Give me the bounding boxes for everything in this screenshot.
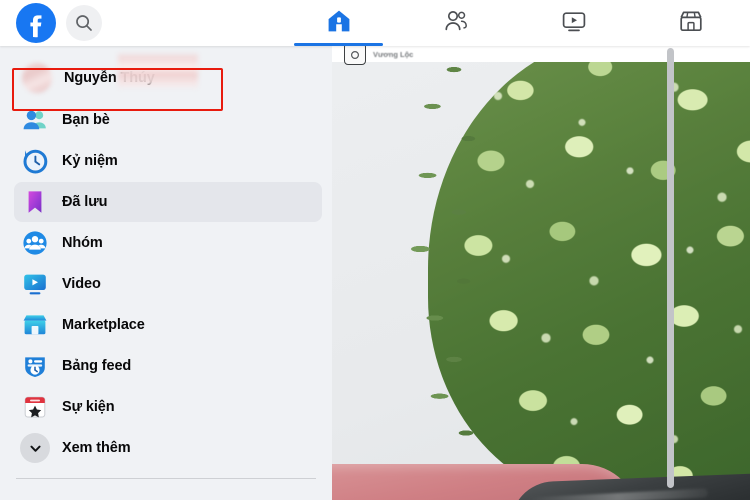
chevron-down-icon [20, 433, 50, 463]
events-calendar-icon [20, 392, 50, 422]
marketplace-icon [20, 310, 50, 340]
sidebar-item-events[interactable]: Sự kiện [14, 387, 322, 427]
sidebar-item-memories[interactable]: Kỷ niệm [14, 141, 322, 181]
post-author-name[interactable]: Vương Lộc [373, 50, 413, 59]
facebook-app-window: Nguyễn Thúy Bạn bè Kỷ niệm Đã lưu Nhóm V… [0, 0, 750, 500]
topbar-left-group [0, 3, 102, 43]
top-nav-tabs [280, 0, 750, 46]
profile-name: Nguyễn Thúy [64, 70, 155, 86]
tab-home[interactable] [280, 0, 398, 46]
sidebar-divider [16, 478, 316, 479]
sidebar-item-label: Kỷ niệm [62, 153, 118, 169]
facebook-logo-icon[interactable] [16, 3, 56, 43]
sidebar-item-groups[interactable]: Nhóm [14, 223, 322, 263]
sidebar-item-video[interactable]: Video [14, 264, 322, 304]
see-more-label: Xem thêm [62, 440, 131, 456]
sidebar-see-more-button[interactable]: Xem thêm [14, 428, 322, 468]
post-header: Vương Lộc [344, 46, 413, 66]
sidebar-item-label: Đã lưu [62, 194, 108, 210]
search-button[interactable] [66, 5, 102, 41]
sidebar-item-label: Marketplace [62, 317, 145, 333]
bookmark-icon [20, 187, 50, 217]
user-avatar [22, 63, 52, 93]
left-sidebar: Nguyễn Thúy Bạn bè Kỷ niệm Đã lưu Nhóm V… [0, 46, 332, 500]
post-photo[interactable] [332, 62, 750, 500]
sidebar-item-label: Bảng feed [62, 358, 132, 374]
main-content-feed: Vương Lộc [332, 46, 750, 500]
sidebar-scroll-content: Nguyễn Thúy Bạn bè Kỷ niệm Đã lưu Nhóm V… [0, 46, 332, 479]
tab-marketplace[interactable] [633, 0, 750, 46]
post-author-avatar[interactable] [344, 46, 366, 65]
groups-icon [20, 228, 50, 258]
feeds-icon [20, 351, 50, 381]
sidebar-item-label: Nhóm [62, 235, 103, 251]
search-icon [75, 14, 93, 32]
sidebar-item-saved[interactable]: Đã lưu [14, 182, 322, 222]
memories-clock-icon [20, 146, 50, 176]
see-more-icon-wrapper [20, 433, 50, 463]
tab-friends[interactable] [398, 0, 516, 46]
friends-icon [443, 8, 469, 39]
sidebar-scrollbar[interactable] [667, 48, 674, 488]
friends-icon [20, 105, 50, 135]
sidebar-item-feeds[interactable]: Bảng feed [14, 346, 322, 386]
sidebar-item-marketplace[interactable]: Marketplace [14, 305, 322, 345]
tab-video[interactable] [515, 0, 633, 46]
video-icon [20, 269, 50, 299]
sidebar-scrollbar-track[interactable] [249, 92, 256, 500]
sidebar-item-profile[interactable]: Nguyễn Thúy [16, 52, 322, 96]
sidebar-item-label: Video [62, 276, 101, 292]
top-navigation-bar [0, 0, 750, 46]
tab-home-active-indicator [294, 43, 384, 46]
sidebar-item-friends[interactable]: Bạn bè [14, 100, 322, 140]
sidebar-item-label: Bạn bè [62, 112, 110, 128]
sidebar-item-label: Sự kiện [62, 399, 115, 415]
home-icon [326, 8, 352, 39]
marketplace-icon [678, 8, 704, 39]
video-icon [561, 8, 587, 39]
photo-green-bush [428, 62, 750, 500]
